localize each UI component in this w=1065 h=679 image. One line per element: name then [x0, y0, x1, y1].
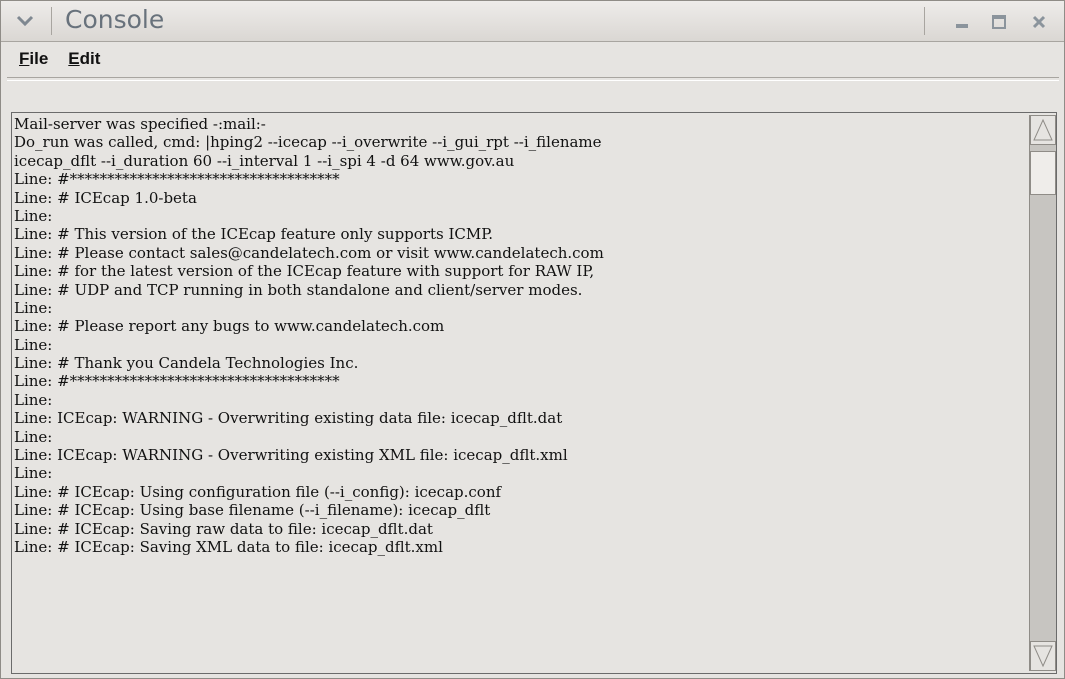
console-line: Line: # This version of the ICEcap featu…	[14, 225, 494, 244]
triangle-up-icon	[1033, 118, 1053, 141]
console-output-frame: Mail-server was specified -:mail:- Do_ru…	[11, 112, 1057, 674]
window-title: Console	[65, 5, 165, 34]
menu-edit-label: dit	[79, 48, 101, 68]
console-line: Line:	[14, 335, 53, 354]
menu-bar: File Edit	[1, 42, 1064, 75]
console-output[interactable]: Mail-server was specified -:mail:- Do_ru…	[14, 115, 1024, 671]
minimize-icon[interactable]	[952, 13, 972, 31]
console-line: Line:	[14, 427, 53, 446]
console-line: Line: # ICEcap: Saving raw data to file:…	[14, 519, 433, 538]
console-line: Line: #*********************************…	[14, 170, 340, 189]
console-line: Do_run was called, cmd: |hping2 --icecap…	[14, 133, 602, 152]
console-line: Line: # for the latest version of the IC…	[14, 262, 595, 281]
vertical-scrollbar[interactable]	[1029, 115, 1056, 671]
console-line: icecap_dflt --i_duration 60 --i_interval…	[14, 151, 515, 170]
maximize-icon[interactable]	[989, 13, 1009, 31]
menu-edit-mnemonic: E	[68, 48, 80, 68]
menu-separator	[7, 77, 1059, 81]
close-icon[interactable]	[1029, 13, 1049, 31]
menu-file-label: ile	[29, 48, 49, 68]
console-line: Line: # ICEcap 1.0-beta	[14, 188, 197, 207]
console-line: Line: # ICEcap: Using base filename (--i…	[14, 501, 491, 520]
menu-file[interactable]: File	[19, 47, 48, 71]
title-separator	[51, 7, 52, 35]
scroll-down-button[interactable]	[1030, 641, 1056, 671]
title-separator-right	[924, 7, 925, 35]
console-line: Line: # Please report any bugs to www.ca…	[14, 317, 445, 336]
triangle-down-icon	[1033, 645, 1053, 668]
console-line: Line:	[14, 464, 53, 483]
console-line: Line: #*********************************…	[14, 372, 340, 391]
menu-edit[interactable]: Edit	[68, 47, 100, 71]
console-window: Console File Edit Mail-server was specif…	[0, 0, 1065, 679]
console-line: Mail-server was specified -:mail:-	[14, 115, 266, 133]
console-line: Line: # ICEcap: Saving XML data to file:…	[14, 537, 443, 556]
menu-file-mnemonic: F	[19, 48, 30, 68]
console-line: Line: ICEcap: WARNING - Overwriting exis…	[14, 446, 568, 465]
console-line: Line:	[14, 206, 53, 225]
console-line: Line: # ICEcap: Using configuration file…	[14, 482, 502, 501]
console-line: Line:	[14, 390, 53, 409]
console-line: Line: # Please contact sales@candelatech…	[14, 243, 604, 262]
title-bar[interactable]: Console	[1, 1, 1064, 42]
chevron-down-icon[interactable]	[11, 10, 39, 32]
console-line: Line: # Thank you Candela Technologies I…	[14, 354, 359, 373]
console-line: Line: ICEcap: WARNING - Overwriting exis…	[14, 409, 563, 428]
console-line: Line: # UDP and TCP running in both stan…	[14, 280, 583, 299]
console-line: Line:	[14, 298, 53, 317]
scrollbar-thumb[interactable]	[1030, 151, 1056, 195]
scroll-up-button[interactable]	[1030, 115, 1056, 145]
